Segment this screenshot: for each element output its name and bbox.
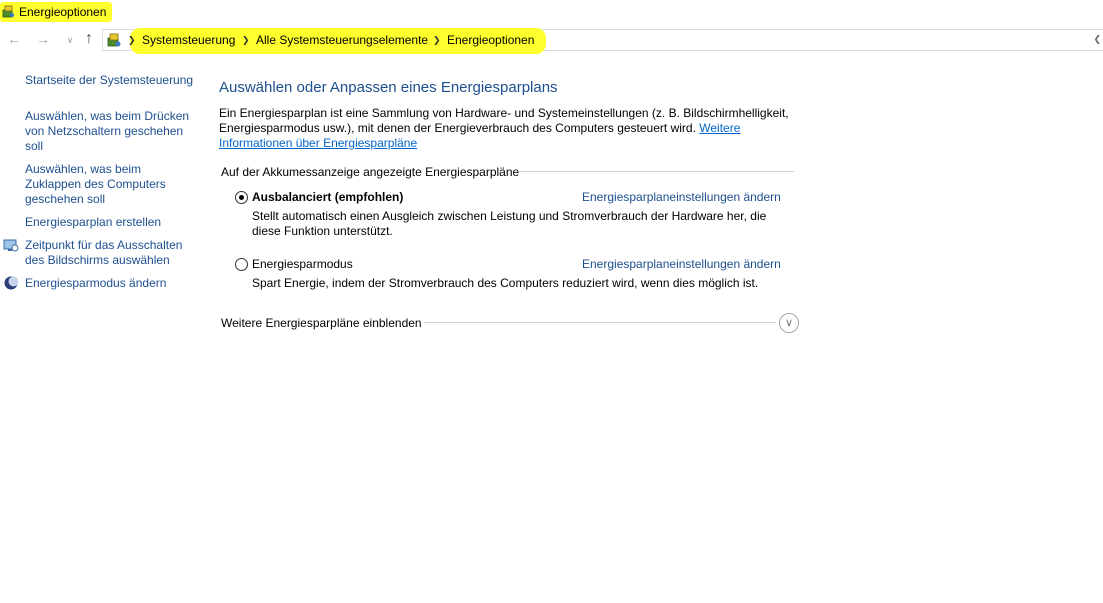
section-label: Auf der Akkumessanzeige angezeigte Energ… <box>221 165 520 179</box>
breadcrumb-energieoptionen[interactable]: Energieoptionen <box>447 33 534 47</box>
breadcrumb-all-items[interactable]: Alle Systemsteuerungselemente <box>256 33 428 47</box>
plan-description-power-saver: Spart Energie, indem der Stromverbrauch … <box>252 276 759 290</box>
sidebar-item-create-plan[interactable]: Energiesparplan erstellen <box>25 215 195 230</box>
recent-locations-chevron-down-icon[interactable]: ∨ <box>62 32 78 48</box>
breadcrumb-separator-icon[interactable]: ❯ <box>242 35 250 46</box>
plan-name-balanced[interactable]: Ausbalanciert (empfohlen) <box>252 190 403 204</box>
radio-balanced[interactable] <box>235 191 248 204</box>
back-arrow-icon[interactable]: ← <box>6 31 22 47</box>
breadcrumb-separator-icon[interactable]: ❯ <box>433 35 441 46</box>
navigation-bar: ← → ∨ ↑ ❯ Systemsteuerung ❯ Alle Systems… <box>0 26 1103 54</box>
sidebar-item-display-off[interactable]: Zeitpunkt für das Ausschalten des Bildsc… <box>25 238 193 268</box>
plan-settings-link-balanced[interactable]: Energiesparplaneinstellungen ändern <box>582 190 781 204</box>
display-icon <box>3 239 19 252</box>
address-dropdown-chevron-icon[interactable]: ❮ <box>1093 34 1101 45</box>
forward-arrow-icon[interactable]: → <box>35 31 51 47</box>
up-arrow-icon[interactable]: ↑ <box>81 31 97 47</box>
power-options-icon <box>2 5 14 18</box>
show-more-plans-label[interactable]: Weitere Energiesparpläne einblenden <box>221 316 422 330</box>
expand-chevron-down-icon[interactable]: ∨ <box>779 313 799 333</box>
window-title: Energieoptionen <box>19 5 107 19</box>
more-plans-divider <box>424 322 776 323</box>
plan-description-balanced: Stellt automatisch einen Ausgleich zwisc… <box>252 209 767 238</box>
breadcrumb-separator-icon[interactable]: ❯ <box>128 35 136 46</box>
sidebar-item-lid-close[interactable]: Auswählen, was beim Zuklappen des Comput… <box>25 162 175 207</box>
title-bar: Energieoptionen <box>0 0 1103 24</box>
breadcrumb-systemsteuerung[interactable]: Systemsteuerung <box>142 33 235 47</box>
sidebar-item-home[interactable]: Startseite der Systemsteuerung <box>25 73 195 88</box>
intro-paragraph: Ein Energiesparplan ist eine Sammlung vo… <box>219 106 809 151</box>
section-divider <box>518 171 794 172</box>
page-title: Auswählen oder Anpassen eines Energiespa… <box>219 79 558 96</box>
sidebar-item-power-buttons[interactable]: Auswählen, was beim Drücken von Netzscha… <box>25 109 193 154</box>
plan-name-power-saver[interactable]: Energiesparmodus <box>252 257 353 271</box>
control-panel-icon <box>107 33 121 47</box>
radio-power-saver[interactable] <box>235 258 248 271</box>
plan-settings-link-power-saver[interactable]: Energiesparplaneinstellungen ändern <box>582 257 781 271</box>
moon-icon <box>4 276 19 290</box>
sidebar-item-sleep[interactable]: Energiesparmodus ändern <box>25 276 195 291</box>
